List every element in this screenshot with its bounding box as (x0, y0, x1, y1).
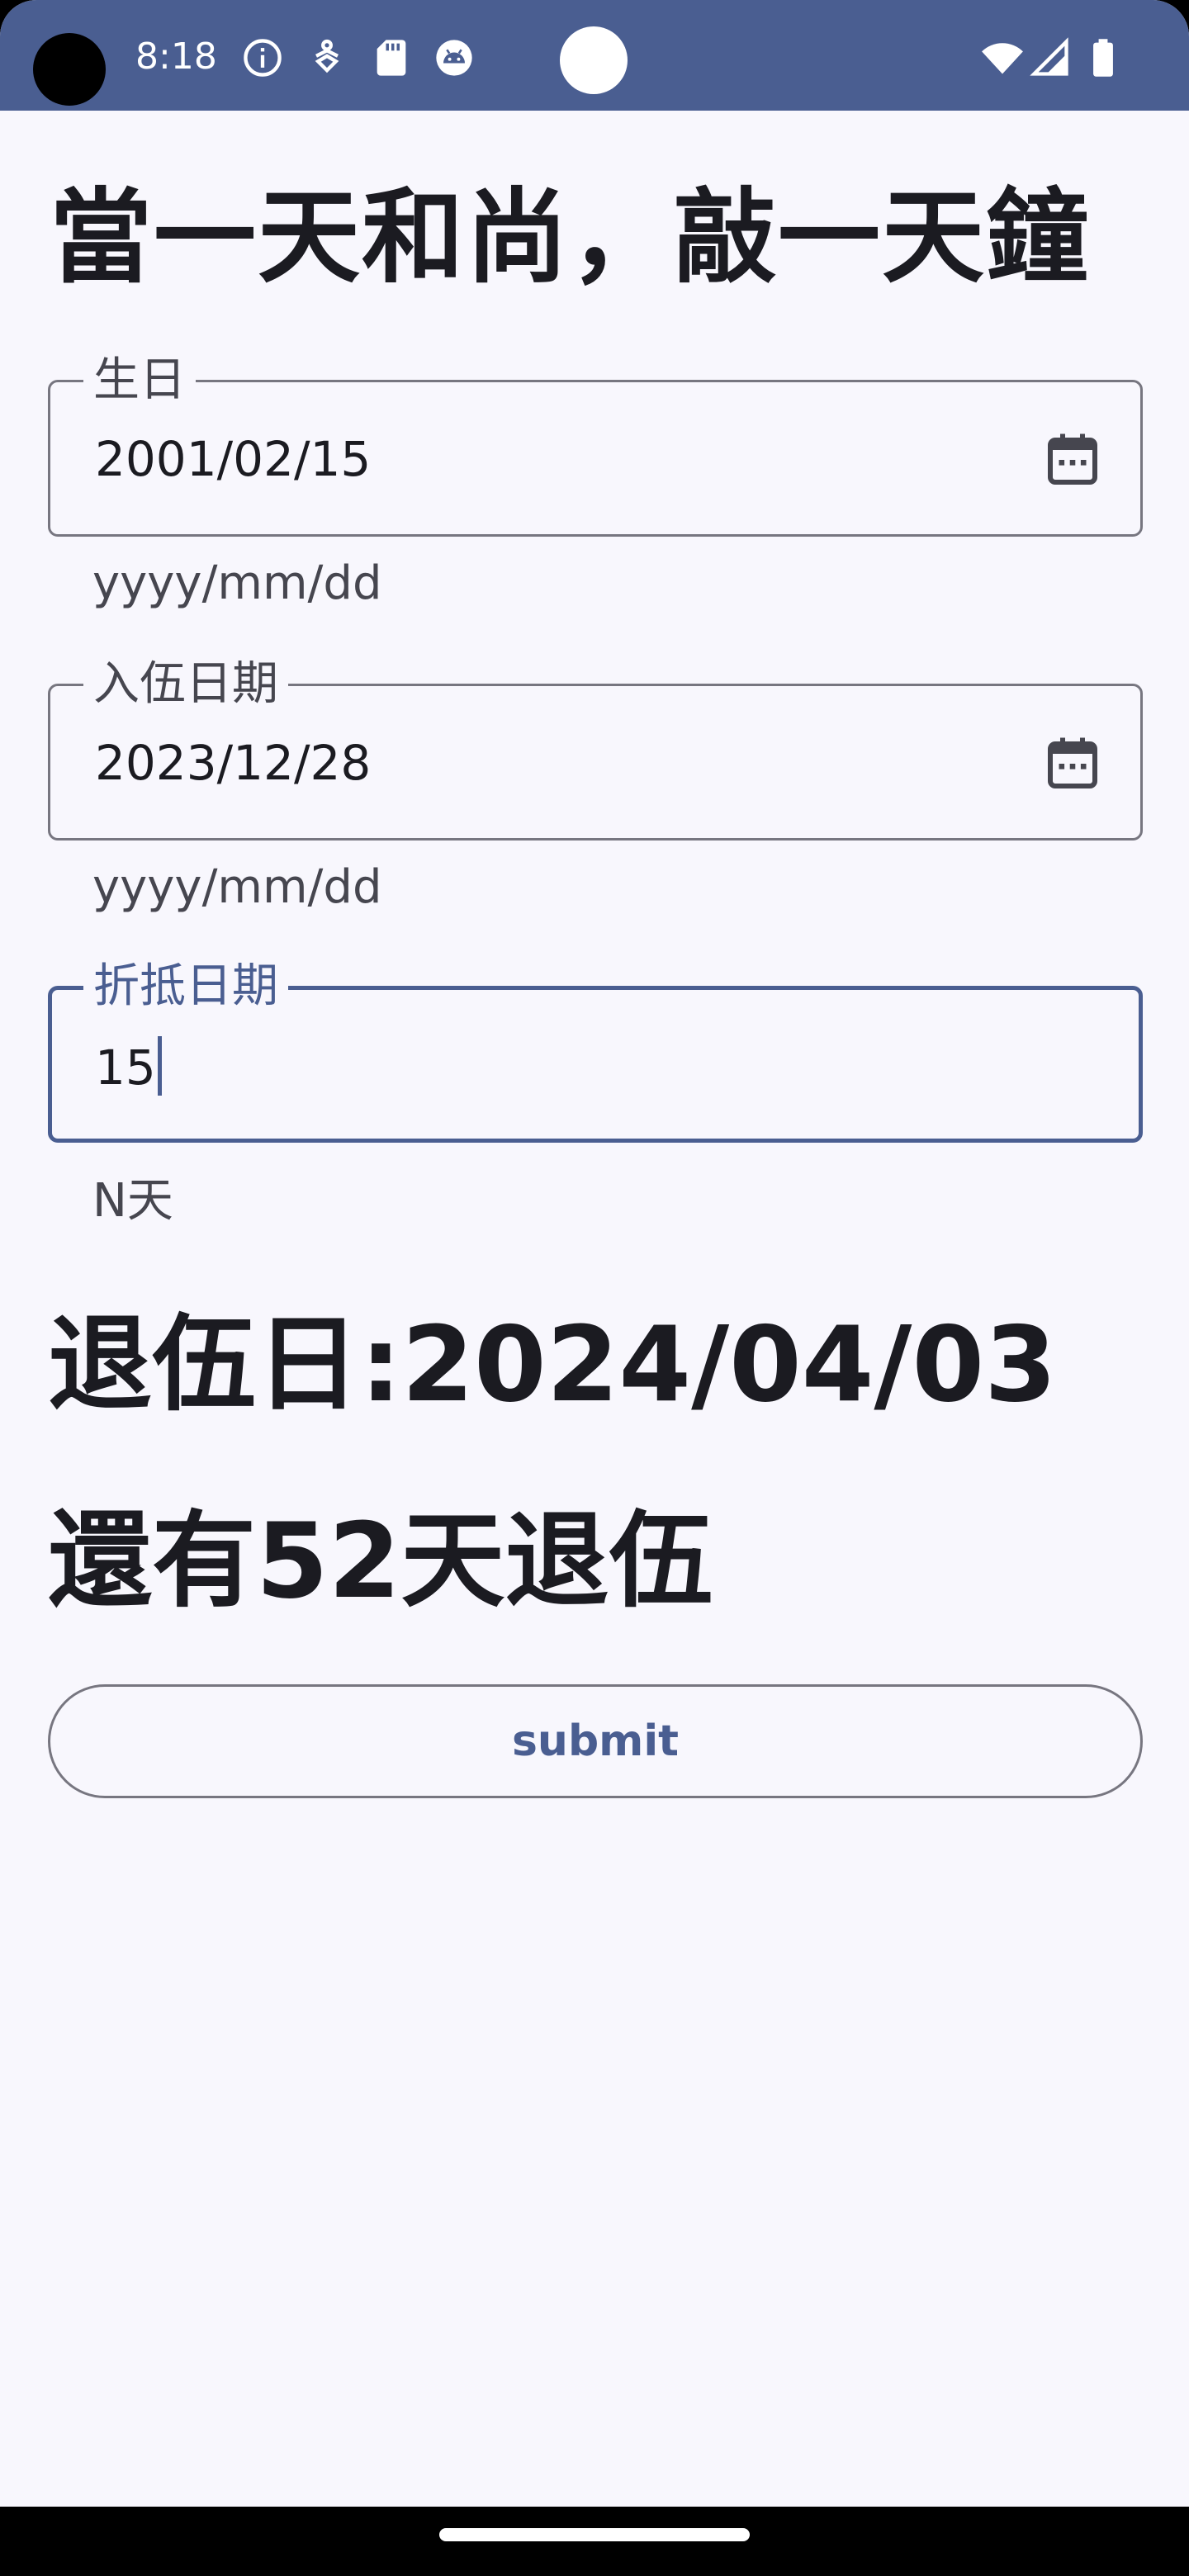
usb-debug-icon (315, 39, 339, 73)
birthday-field[interactable]: 生日 2001/02/15 (48, 354, 1143, 537)
birthday-value[interactable]: 2001/02/15 (95, 430, 371, 488)
front-camera (560, 26, 628, 94)
calendar-icon[interactable] (1043, 734, 1102, 793)
wifi-icon (982, 43, 1023, 74)
birthday-label: 生日 (83, 354, 196, 407)
android-icon (436, 40, 472, 76)
page-title: 當一天和尚，敲一天鐘 (50, 178, 1091, 297)
navigation-bar (0, 2507, 1189, 2576)
birthday-helper: yyyy/mm/dd (92, 556, 382, 610)
deduction-days-input[interactable]: 15 (95, 1036, 162, 1096)
camera-cutout (33, 33, 106, 106)
enlist-date-helper: yyyy/mm/dd (92, 860, 382, 914)
discharge-date-result: 退伍日:2024/04/03 (48, 1304, 1057, 1425)
signal-icon (1030, 37, 1068, 76)
info-icon (244, 39, 282, 77)
submit-button[interactable]: submit (48, 1684, 1143, 1798)
text-cursor (157, 1036, 162, 1096)
deduction-days-label: 折抵日期 (83, 960, 288, 1013)
enlist-date-field[interactable]: 入伍日期 2023/12/28 (48, 658, 1143, 841)
battery-icon (1093, 39, 1113, 77)
sd-card-icon (377, 40, 406, 76)
deduction-days-helper: N天 (92, 1174, 173, 1228)
deduction-days-field[interactable]: 折抵日期 15 (48, 960, 1143, 1143)
app-screen: 8:18 當一天和尚，敲一天鐘 生日 2001/02/15 yyyy/mm/dd… (0, 0, 1189, 2576)
calendar-icon[interactable] (1043, 430, 1102, 490)
home-gesture-handle[interactable] (439, 2528, 750, 2541)
enlist-date-label: 入伍日期 (83, 658, 288, 711)
deduction-days-value: 15 (95, 1039, 156, 1096)
status-bar: 8:18 (0, 0, 1189, 111)
status-time: 8:18 (135, 36, 217, 78)
enlist-date-value[interactable]: 2023/12/28 (95, 734, 371, 792)
days-remaining-result: 還有52天退伍 (48, 1500, 713, 1622)
